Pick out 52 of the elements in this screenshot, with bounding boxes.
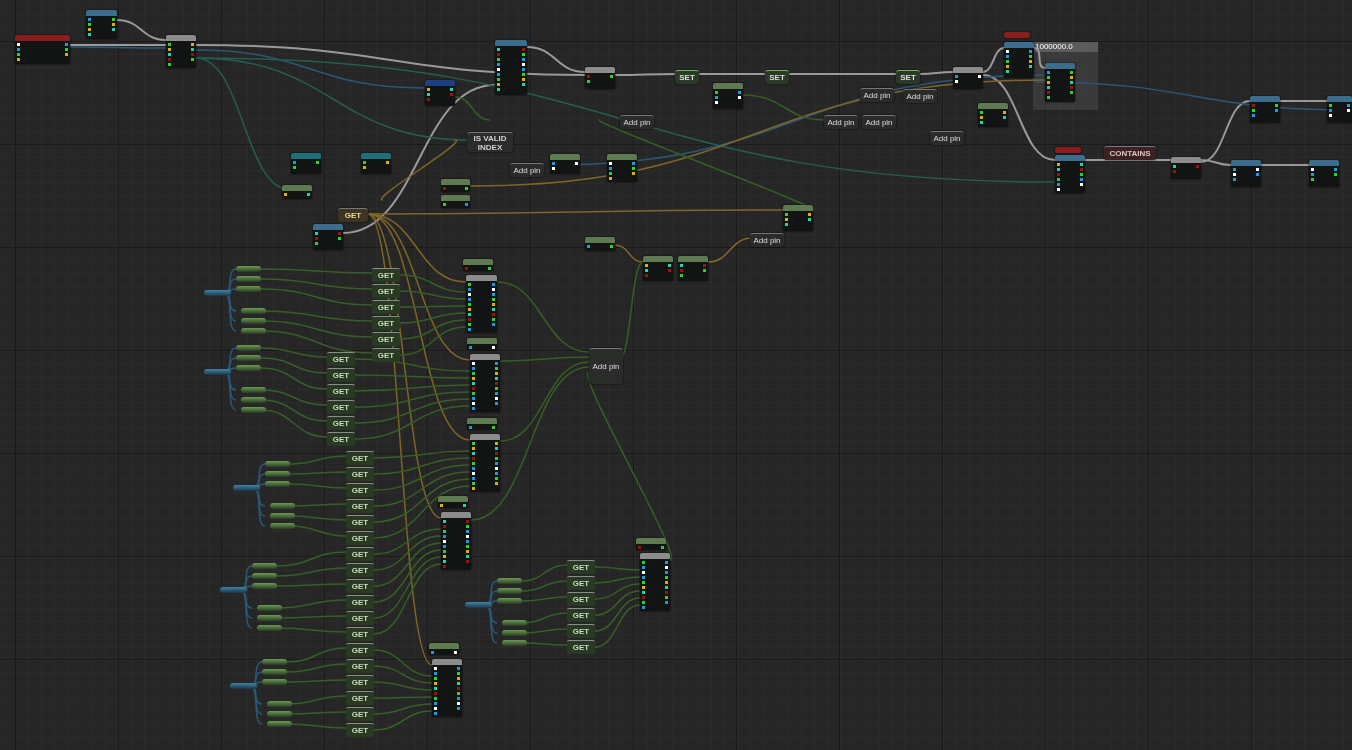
- get-node[interactable]: GET: [346, 595, 374, 609]
- function-node[interactable]: IS VALID INDEX: [467, 132, 513, 152]
- get-node[interactable]: GET: [346, 547, 374, 561]
- get-node[interactable]: GET: [372, 348, 400, 362]
- get-node[interactable]: GET: [567, 640, 595, 654]
- get-node[interactable]: GET: [567, 576, 595, 590]
- add-pin-node[interactable]: Add pin: [620, 115, 654, 129]
- add-pin-node[interactable]: Add pin: [860, 88, 894, 102]
- add-pin-node[interactable]: Add pin: [862, 115, 896, 129]
- function-node[interactable]: SET: [896, 70, 920, 84]
- function-node[interactable]: SET: [675, 70, 699, 84]
- get-node[interactable]: GET: [346, 579, 374, 593]
- add-pin-node[interactable]: Add pin: [589, 348, 623, 384]
- get-node[interactable]: GET: [567, 608, 595, 622]
- get-node[interactable]: GET: [327, 432, 355, 446]
- get-node[interactable]: GET: [346, 483, 374, 497]
- add-pin-node[interactable]: Add pin: [824, 115, 858, 129]
- get-node[interactable]: GET: [346, 723, 374, 737]
- get-node[interactable]: GET: [327, 368, 355, 382]
- get-node[interactable]: GET: [327, 384, 355, 398]
- get-node[interactable]: GET: [346, 499, 374, 513]
- get-node[interactable]: GET: [346, 531, 374, 545]
- get-node[interactable]: GET: [346, 515, 374, 529]
- function-node[interactable]: GET: [338, 208, 368, 222]
- get-node[interactable]: GET: [346, 627, 374, 641]
- get-node[interactable]: GET: [327, 352, 355, 366]
- get-node[interactable]: GET: [346, 643, 374, 657]
- get-node[interactable]: GET: [346, 659, 374, 673]
- get-node[interactable]: GET: [346, 691, 374, 705]
- get-node[interactable]: GET: [372, 316, 400, 330]
- get-node[interactable]: GET: [346, 451, 374, 465]
- function-node[interactable]: CONTAINS: [1104, 146, 1156, 160]
- get-node[interactable]: GET: [346, 707, 374, 721]
- get-node[interactable]: GET: [346, 611, 374, 625]
- get-node[interactable]: GET: [346, 675, 374, 689]
- add-pin-node[interactable]: Add pin: [903, 89, 937, 103]
- add-pin-node[interactable]: Add pin: [930, 131, 964, 145]
- get-node[interactable]: GET: [346, 563, 374, 577]
- get-node[interactable]: GET: [567, 624, 595, 638]
- get-node[interactable]: GET: [372, 268, 400, 282]
- get-node[interactable]: GET: [372, 300, 400, 314]
- get-node[interactable]: GET: [327, 400, 355, 414]
- get-node[interactable]: GET: [372, 284, 400, 298]
- get-node[interactable]: GET: [567, 560, 595, 574]
- get-node[interactable]: GET: [346, 467, 374, 481]
- get-node[interactable]: GET: [372, 332, 400, 346]
- add-pin-node[interactable]: Add pin: [510, 163, 544, 177]
- get-node[interactable]: GET: [567, 592, 595, 606]
- function-node[interactable]: SET: [765, 70, 789, 84]
- comment-title: 1000000.0: [1033, 42, 1098, 52]
- get-node[interactable]: GET: [327, 416, 355, 430]
- add-pin-node[interactable]: Add pin: [750, 233, 784, 247]
